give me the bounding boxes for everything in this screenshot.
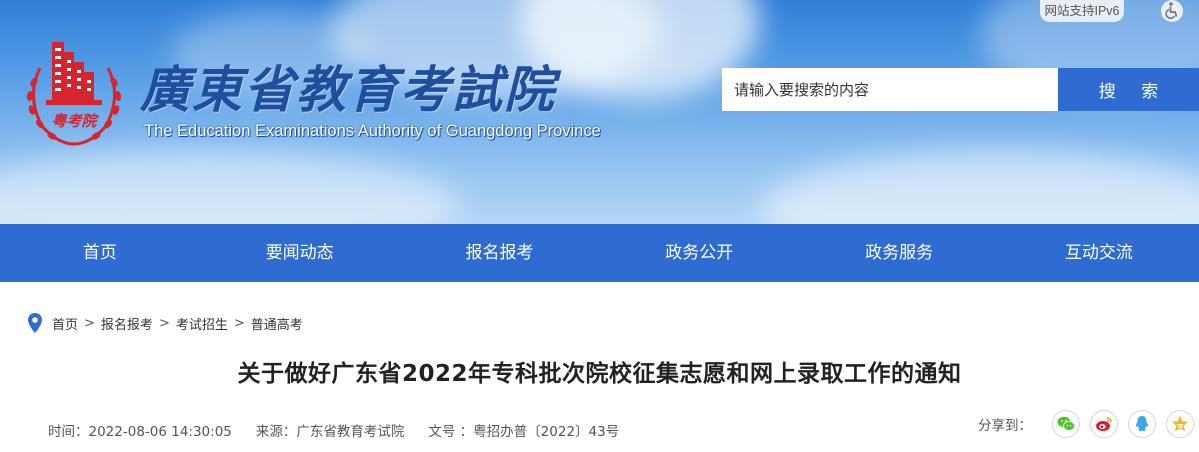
breadcrumb-home[interactable]: 首页 (52, 314, 78, 333)
site-logo-emblem[interactable]: 粤考院 (20, 38, 128, 150)
weibo-icon (1096, 417, 1112, 431)
wheelchair-icon[interactable] (1160, 0, 1184, 22)
breadcrumb-registration[interactable]: 报名报考 (101, 314, 153, 333)
article-title: 关于做好广东省2022年专科批次院校征集志愿和网上录取工作的通知 (237, 361, 962, 387)
breadcrumb-gaokao[interactable]: 普通高考 (251, 314, 303, 333)
share-weibo-button[interactable] (1090, 410, 1118, 438)
share-label: 分享到： (978, 418, 1032, 434)
nav-item-news[interactable]: 要闻动态 (200, 224, 400, 282)
breadcrumb: 首页 > 报名报考 > 考试招生 > 普通高考 (28, 312, 303, 334)
breadcrumb-separator: > (158, 315, 170, 331)
document-number: 文号 ：粤招办普〔2022〕43号 (428, 424, 620, 440)
cloud-decoration (760, 150, 1199, 224)
nav-item-interaction[interactable]: 互动交流 (999, 224, 1199, 282)
share-qzone-button[interactable] (1166, 410, 1194, 438)
article-source: 来源：广东省教育考试院 (255, 424, 405, 440)
wechat-icon (1057, 416, 1075, 431)
breadcrumb-exam-enrollment[interactable]: 考试招生 (176, 314, 228, 333)
breadcrumb-separator: > (233, 315, 245, 331)
search-input[interactable] (722, 68, 1058, 111)
share-bar: 分享到： (978, 410, 1194, 438)
nav-item-gov-affairs[interactable]: 政务公开 (599, 224, 799, 282)
ipv6-badge: 网站支持IPv6 (1040, 0, 1124, 22)
site-header: 粤考院 廣東省教育考試院 The Education Examinations … (0, 0, 1199, 224)
location-pin-icon (28, 313, 42, 333)
breadcrumb-separator: > (84, 315, 95, 331)
publish-time: 时间：2022-08-06 14:30:05 (48, 424, 232, 440)
share-wechat-button[interactable] (1052, 410, 1080, 438)
qq-icon (1135, 416, 1149, 431)
site-name-english[interactable]: The Education Examinations Authority of … (144, 122, 601, 141)
share-qq-button[interactable] (1128, 410, 1156, 438)
main-nav: 首页 要闻动态 报名报考 政务公开 政务服务 互动交流 (0, 224, 1199, 282)
nav-item-home[interactable]: 首页 (0, 224, 200, 282)
site-name-chinese[interactable]: 廣東省教育考試院 (140, 50, 556, 122)
qzone-icon (1172, 416, 1188, 432)
cloud-decoration (0, 150, 460, 224)
nav-item-gov-services[interactable]: 政务服务 (799, 224, 999, 282)
article-meta: 时间：2022-08-06 14:30:05 来源：广东省教育考试院 文号 ：粤… (48, 420, 643, 440)
emblem-text: 粤考院 (51, 112, 99, 130)
nav-item-registration[interactable]: 报名报考 (400, 224, 600, 282)
search-button[interactable]: 搜 索 (1058, 68, 1199, 111)
